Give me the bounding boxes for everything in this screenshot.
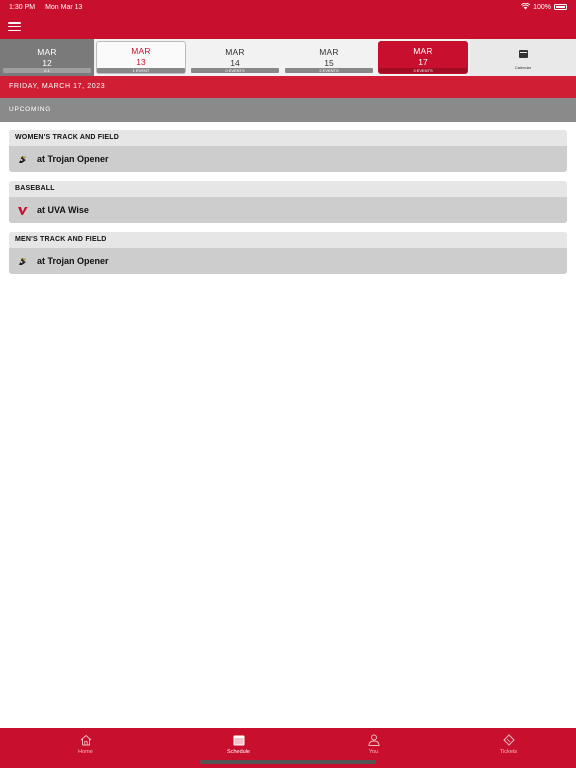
- date-strip: MAR 12 0-1 MAR 13 1 EVENT MAR 14 0 EVENT…: [0, 39, 576, 76]
- date-day: 12: [42, 58, 52, 68]
- ticket-icon: [502, 733, 516, 747]
- tab-label: You: [368, 749, 379, 755]
- upcoming-section-header: UPCOMING: [0, 98, 576, 122]
- tab-home[interactable]: Home: [0, 728, 171, 768]
- event-sport: MEN'S TRACK AND FIELD: [9, 232, 567, 248]
- hamburger-menu-icon[interactable]: [8, 22, 21, 31]
- date-event-count: 0-1: [3, 68, 91, 73]
- event-sport: WOMEN'S TRACK AND FIELD: [9, 130, 567, 146]
- event-card[interactable]: WOMEN'S TRACK AND FIELD at Trojan Opener: [9, 130, 567, 172]
- date-month: MAR: [37, 47, 57, 57]
- date-event-count: 3 EVENTS: [379, 68, 467, 73]
- person-icon: [367, 733, 381, 747]
- calendar-button[interactable]: Calendar: [470, 39, 576, 76]
- uva-wise-logo-icon: [16, 204, 28, 216]
- top-nav-bar: [0, 14, 576, 39]
- date-event-count: 1 EVENT: [97, 68, 185, 73]
- date-mar-14[interactable]: MAR 14 0 EVENTS: [188, 39, 282, 76]
- event-card[interactable]: MEN'S TRACK AND FIELD at Trojan Opener: [9, 232, 567, 274]
- trojan-logo-icon: [16, 255, 28, 267]
- trojan-logo-icon: [16, 153, 28, 165]
- date-mar-12[interactable]: MAR 12 0-1: [0, 39, 94, 76]
- status-bar: 1:30 PM Mon Mar 13 100%: [0, 0, 576, 14]
- date-month: MAR: [413, 46, 433, 56]
- event-title: at Trojan Opener: [37, 154, 109, 164]
- date-month: MAR: [131, 46, 151, 56]
- date-month: MAR: [319, 47, 339, 57]
- calendar-icon: [232, 733, 246, 747]
- date-day: 15: [324, 58, 334, 68]
- battery-icon: [554, 4, 567, 10]
- home-icon: [79, 733, 93, 747]
- date-month: MAR: [225, 47, 245, 57]
- home-indicator: [200, 760, 376, 764]
- status-time: 1:30 PM: [9, 3, 36, 11]
- event-title: at UVA Wise: [37, 205, 89, 215]
- date-mar-15[interactable]: MAR 15 2 EVENTS: [282, 39, 376, 76]
- date-event-count: 0 EVENTS: [191, 68, 279, 73]
- tab-tickets[interactable]: Tickets: [441, 728, 576, 768]
- tab-label: Tickets: [499, 749, 518, 755]
- event-title: at Trojan Opener: [37, 256, 109, 266]
- battery-percent: 100%: [533, 3, 551, 11]
- tab-label: Schedule: [227, 749, 250, 755]
- date-event-count: 2 EVENTS: [285, 68, 373, 73]
- date-day: 14: [230, 58, 240, 68]
- calendar-icon: [518, 50, 528, 58]
- status-date: Mon Mar 13: [45, 3, 83, 11]
- event-card[interactable]: BASEBALL at UVA Wise: [9, 181, 567, 223]
- date-day: 17: [418, 57, 428, 67]
- calendar-label: Calendar: [514, 65, 532, 70]
- date-day: 13: [136, 57, 146, 67]
- event-list: WOMEN'S TRACK AND FIELD at Trojan Opener…: [9, 130, 567, 283]
- date-mar-13[interactable]: MAR 13 1 EVENT: [94, 39, 188, 76]
- wifi-icon: [520, 2, 531, 12]
- tab-label: Home: [78, 749, 93, 755]
- selected-date-banner: FRIDAY, MARCH 17, 2023: [0, 76, 576, 98]
- event-sport: BASEBALL: [9, 181, 567, 197]
- date-mar-17[interactable]: MAR 17 3 EVENTS: [376, 39, 470, 76]
